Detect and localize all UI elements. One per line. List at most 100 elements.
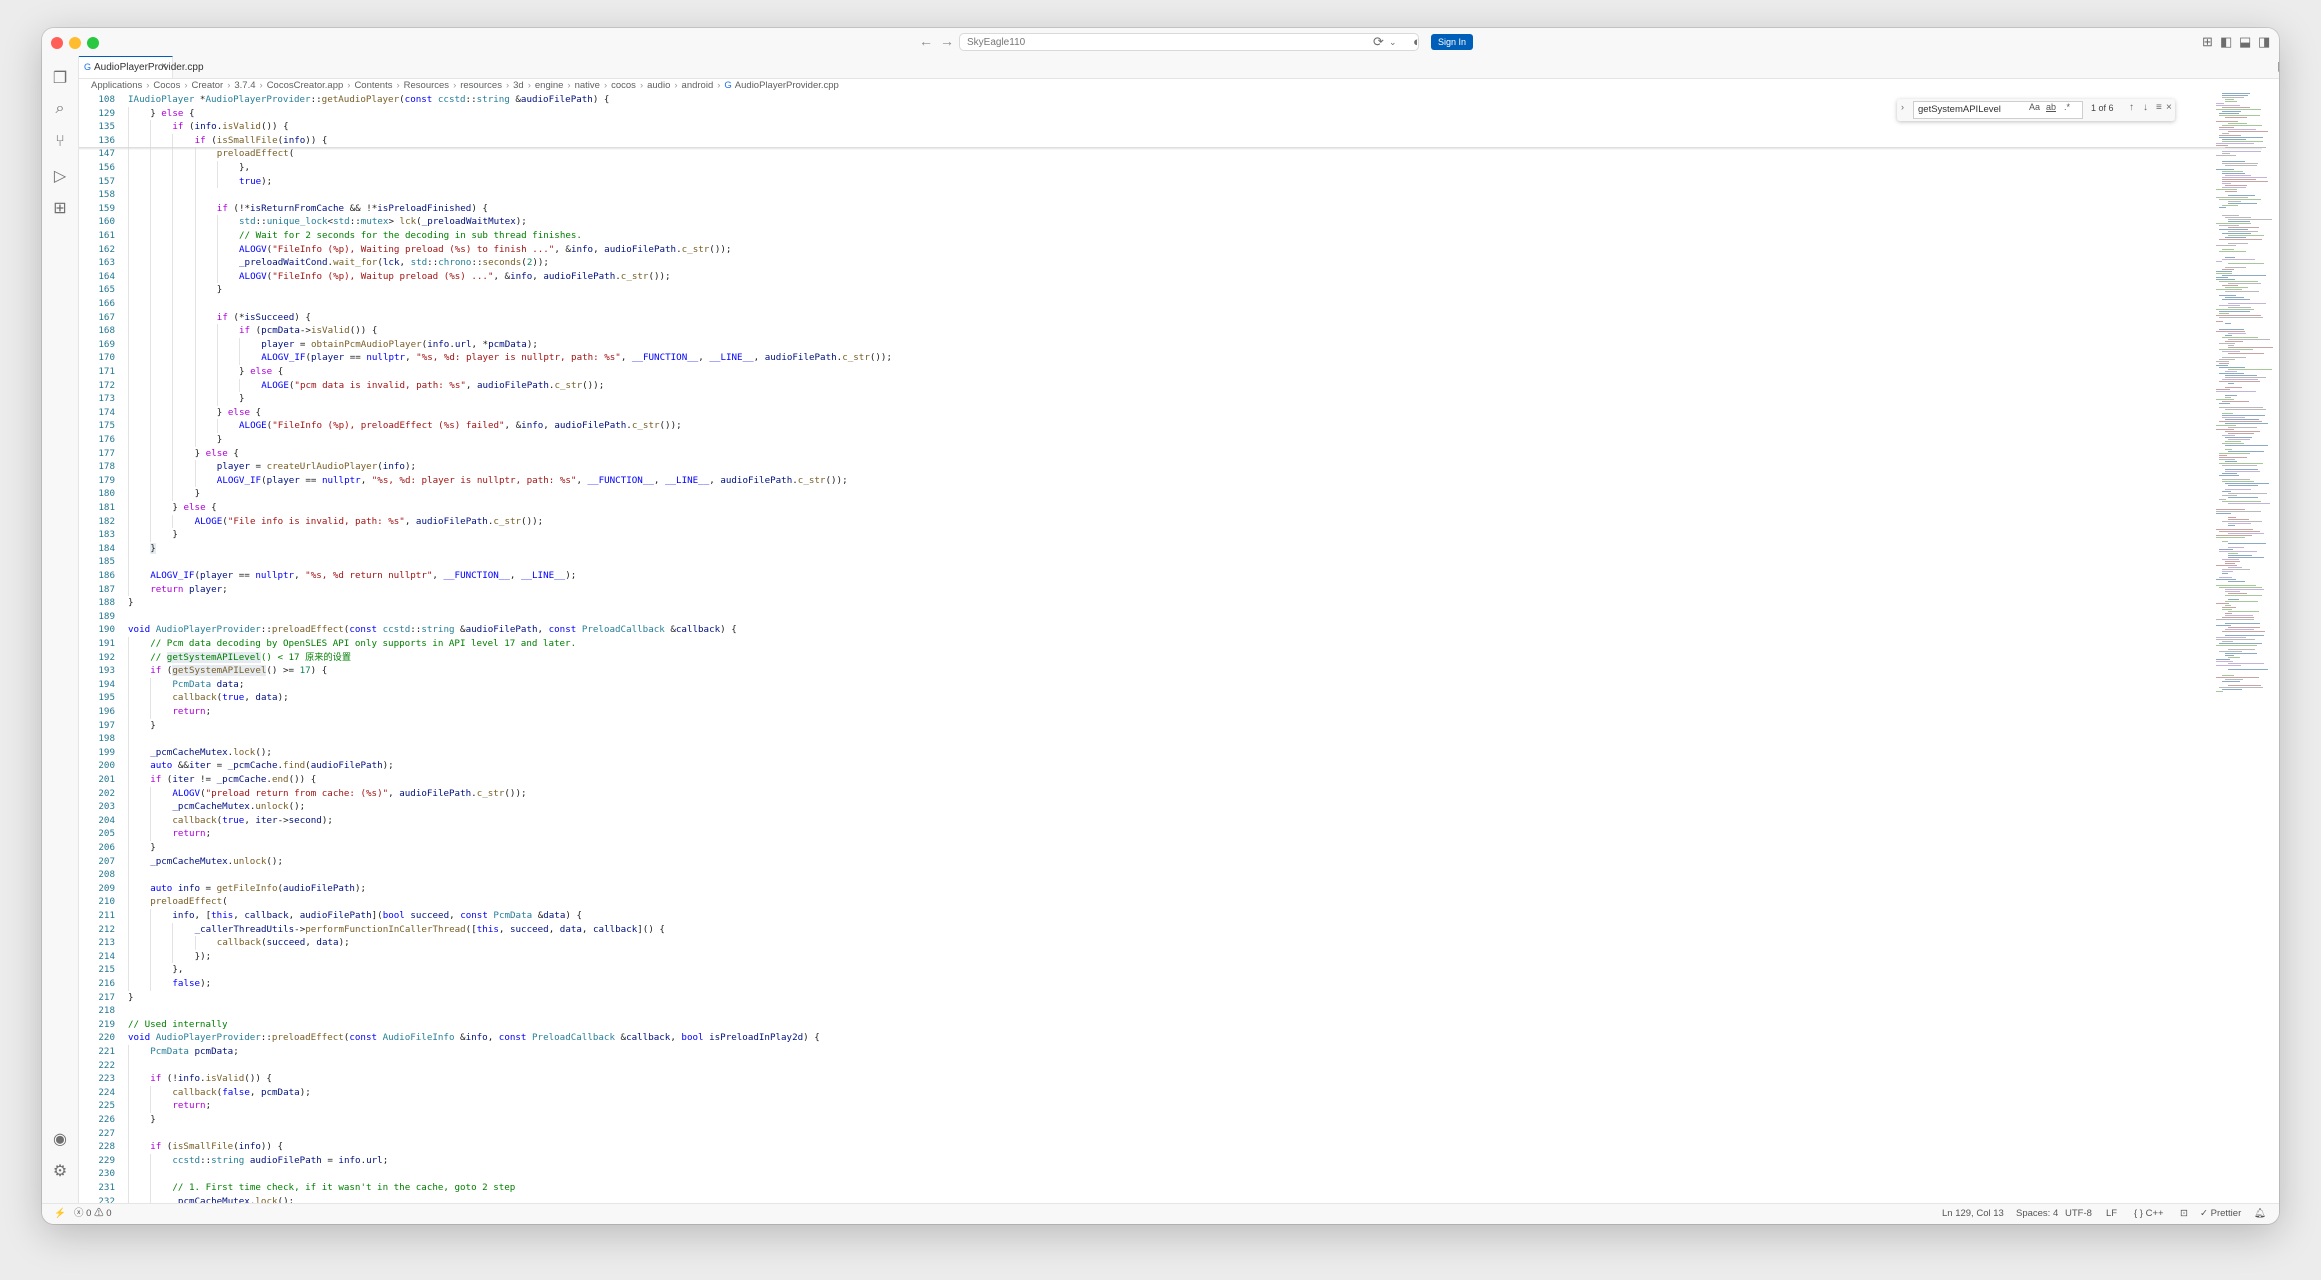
code-line[interactable]: 189 [79,610,2209,624]
code-line[interactable]: 228 if (isSmallFile(info)) { [79,1140,2209,1154]
code-line[interactable]: 226} [79,1113,2209,1127]
arrow-down-icon[interactable]: ↓ [2143,102,2148,113]
find-in-selection-icon[interactable]: ≡ [2156,102,2162,113]
bell-icon[interactable]: 🔔︎ [2254,1204,2266,1224]
code-line[interactable]: 186 ALOGV_IF(player == nullptr, "%s, %d r… [79,569,2209,583]
code-line[interactable]: 174} else { [79,405,2209,420]
account-icon[interactable]: ◉ [42,1129,78,1149]
code-line[interactable]: 162 ALOGV("FileInfo (%p), Waiting preload… [79,242,2209,257]
code-line[interactable]: 194 PcmData data; [79,677,2209,692]
extensions-icon[interactable]: ⊞ [42,198,78,218]
breadcrumb-item[interactable]: CocosCreator.app [267,80,344,91]
regex-icon[interactable]: .* [2064,102,2070,112]
breadcrumb-item[interactable]: android [682,80,714,91]
code-line[interactable]: 210 preloadEffect( [79,895,2209,909]
tab-audioplayerprovider[interactable]: G AudioPlayerProvider.cpp × [79,56,204,78]
code-line[interactable]: 203 _pcmCacheMutex.unlock(); [79,800,2209,814]
breadcrumb-item[interactable]: native [575,80,600,91]
code-line[interactable]: 187 return player; [79,582,2209,597]
code-line[interactable]: 156}, [79,161,2209,175]
code-line[interactable]: 209 auto info = getFileInfo(audioFilePath… [79,881,2209,896]
find-input[interactable]: getSystemAPILevel [1913,101,2083,119]
command-center-search[interactable]: SkyEagle110 [959,33,1419,51]
close-window-button[interactable] [51,37,63,49]
code-line[interactable]: 195 callback(true, data); [79,691,2209,705]
match-case-icon[interactable]: Aa [2029,102,2040,112]
code-line[interactable]: 205 return; [79,827,2209,841]
code-line[interactable]: 158 [79,188,2209,202]
copilot-icon[interactable]: ⟳ [1373,34,1384,50]
code-line[interactable]: 172 ALOGE("pcm data is invalid, path: %s"… [79,378,2209,393]
arrow-up-icon[interactable]: ↑ [2129,102,2134,113]
customize-layout-icon[interactable]: ⊞ [2202,34,2213,50]
code-line[interactable]: 181} else { [79,501,2209,515]
whole-word-icon[interactable]: ab [2046,102,2056,112]
close-icon[interactable]: × [161,57,167,77]
code-line[interactable]: 182 ALOGE("File info is invalid, path: %s… [79,514,2209,529]
breadcrumb-item[interactable]: engine [535,80,564,91]
code-line[interactable]: 222 [79,1058,2209,1073]
breadcrumb-item[interactable]: 3.7.4 [234,80,255,91]
code-line[interactable]: 136 if (isSmallFile(info)) { [79,133,2209,148]
code-line[interactable]: 178 player = createUrlAudioPlayer(info); [79,460,2209,474]
code-line[interactable]: 201 if (iter != _pcmCache.end()) { [79,773,2209,787]
code-line[interactable]: 193 if (getSystemAPILevel() >= 17) { [79,664,2209,678]
code-line[interactable]: 180} [79,487,2209,501]
code-line[interactable]: 161 // Wait for 2 seconds for the decodin… [79,229,2209,243]
code-line[interactable]: 199 _pcmCacheMutex.lock(); [79,745,2209,760]
explorer-files-icon[interactable]: ❐ [42,68,78,88]
problems-status[interactable]: ⓧ 0 ⚠ 0 [74,1204,112,1224]
breadcrumb-item[interactable]: AudioPlayerProvider.cpp [735,80,839,91]
code-line[interactable]: 204 callback(true, iter->second); [79,813,2209,828]
code-line[interactable]: 108 IAudioPlayer *AudioPlayerProvider::ge… [79,93,2209,107]
encoding[interactable]: UTF-8 [2065,1204,2092,1224]
code-line[interactable]: 225 return; [79,1099,2209,1113]
code-line[interactable]: 165} [79,283,2209,297]
code-line[interactable]: 229 ccstd::string audioFilePath = info.ur… [79,1153,2209,1168]
chevron-right-icon[interactable]: › [1901,102,1904,112]
code-line[interactable]: 220 void AudioPlayerProvider::preloadEffe… [79,1031,2209,1045]
code-line[interactable]: 227 [79,1126,2209,1141]
code-line[interactable]: 190 void AudioPlayerProvider::preloadEffe… [79,623,2209,637]
code-line[interactable]: 185 [79,555,2209,569]
close-icon[interactable]: × [2166,102,2172,113]
search-icon[interactable]: ⌕ [42,100,78,118]
toggle-primary-sidebar-icon[interactable]: ◧ [2220,34,2232,50]
breadcrumb-item[interactable]: audio [647,80,670,91]
code-line[interactable]: 230 [79,1167,2209,1181]
code-line[interactable]: 168 if (pcmData->isValid()) { [79,324,2209,338]
code-line[interactable]: 223 if (!info.isValid()) { [79,1072,2209,1086]
code-line[interactable]: 211 info, [this, callback, audioFilePath]… [79,909,2209,923]
code-line[interactable]: 169 player = obtainPcmAudioPlayer(info.ur… [79,337,2209,352]
code-line[interactable]: 164 ALOGV("FileInfo (%p), Waitup preload … [79,269,2209,284]
chevron-down-icon[interactable]: ⌄ [1389,34,1397,50]
code-line[interactable]: 183} [79,528,2209,542]
split-editor-icon[interactable]: ◫ [2277,59,2279,73]
code-line[interactable]: 217} [79,991,2209,1005]
code-line[interactable]: 231 // 1. First time check, if it wasn't … [79,1181,2209,1195]
breadcrumb-item[interactable]: cocos [611,80,636,91]
code-editor[interactable]: 108 IAudioPlayer *AudioPlayerProvider::ge… [79,93,2262,1204]
code-line[interactable]: 191 // Pcm data decoding by OpenSLES API … [79,637,2209,651]
arrow-right-icon[interactable]: → [940,33,954,49]
code-line[interactable]: 175 ALOGE("FileInfo (%p), preloadEffect (… [79,419,2209,433]
breadcrumb-item[interactable]: resources [460,80,502,91]
breadcrumb-item[interactable]: Applications [91,80,142,91]
breadcrumb-item[interactable]: Cocos [153,80,180,91]
arrow-left-icon[interactable]: ← [919,33,933,49]
code-line[interactable]: 135 if (info.isValid()) { [79,120,2209,134]
toggle-secondary-sidebar-icon[interactable]: ◨ [2258,34,2270,50]
breadcrumb-item[interactable]: 3d [513,80,524,91]
gear-icon[interactable]: ⚙ [42,1161,78,1181]
code-line[interactable]: 218 [79,1004,2209,1018]
code-line[interactable]: 207 _pcmCacheMutex.unlock(); [79,854,2209,869]
code-line[interactable]: 173} [79,392,2209,406]
code-line[interactable]: 184} [79,541,2209,556]
minimap[interactable] [2216,93,2279,1204]
code-line[interactable]: 224 callback(false, pcmData); [79,1085,2209,1100]
code-line[interactable]: 176} [79,433,2209,447]
code-line[interactable]: 160 std::unique_lock<std::mutex> lck(_pre… [79,215,2209,229]
code-line[interactable]: 212 _callerThreadUtils->performFunctionIn… [79,922,2209,937]
code-line[interactable]: 171} else { [79,365,2209,379]
breadcrumb-item[interactable]: Resources [404,80,449,91]
